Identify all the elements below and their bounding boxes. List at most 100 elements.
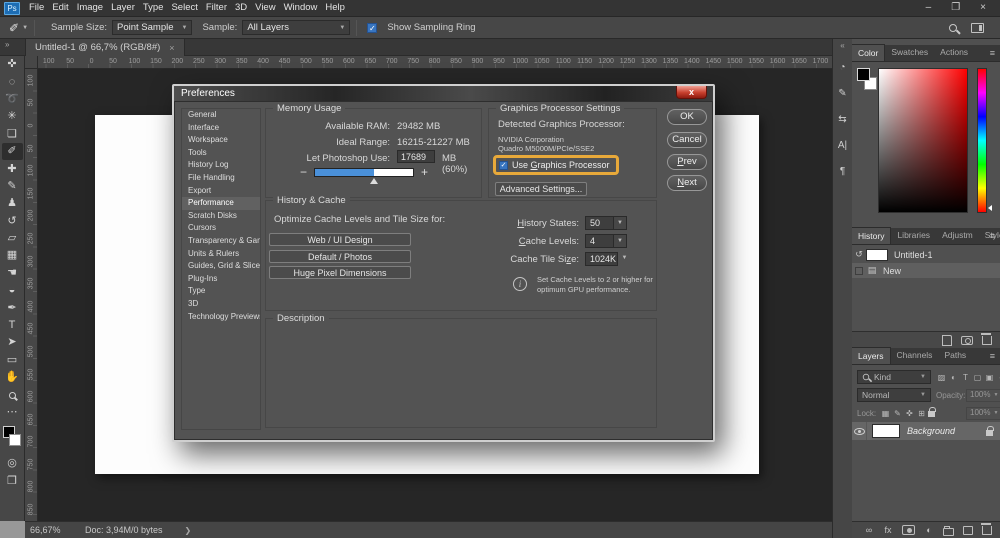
panel-tab[interactable]: Libraries (891, 227, 936, 244)
paragraph-panel-icon[interactable]: ¶ (834, 162, 852, 180)
chevron-down-icon[interactable]: ▼ (614, 234, 627, 248)
panel-tab[interactable]: Adjustm (936, 227, 979, 244)
slider-minus-icon[interactable]: − (300, 166, 307, 178)
character-panel-icon[interactable]: A| (834, 136, 852, 154)
sample-dropdown[interactable]: All Layers ▼ (242, 20, 351, 35)
dodge-tool[interactable]: ◒ (2, 282, 23, 299)
photoshop-logo-icon[interactable]: Ps (4, 1, 20, 15)
eyedropper-tool-icon[interactable]: ✐ (9, 21, 19, 35)
minimize-button[interactable]: – (926, 0, 932, 16)
preferences-category-item[interactable]: Interface (182, 122, 260, 135)
layer-visibility-toggle[interactable] (852, 422, 867, 440)
document-tab[interactable]: Untitled-1 @ 66,7% (RGB/8#) × (25, 39, 185, 56)
panel-tab[interactable]: Color (852, 44, 886, 61)
panel-menu-icon[interactable]: ≡ (990, 45, 1000, 62)
magic-wand-tool[interactable]: ✳ (2, 108, 23, 125)
chevron-down-icon[interactable]: ▼ (618, 252, 631, 266)
menu-item[interactable]: View (251, 0, 279, 16)
ok-button[interactable]: OK (667, 109, 707, 125)
preferences-category-item[interactable]: Performance (182, 197, 260, 210)
preferences-category-item[interactable]: Technology Previews (182, 311, 260, 324)
filter-smart-objects-icon[interactable]: ▣ (984, 371, 995, 383)
lock-artboard-icon[interactable]: ⊞ (916, 407, 927, 419)
history-state-row[interactable]: ▤ New (852, 263, 1000, 278)
memory-slider[interactable] (314, 167, 415, 184)
hand-tool[interactable]: ✋ (2, 369, 23, 386)
preferences-category-item[interactable]: Type (182, 285, 260, 298)
preferences-category-item[interactable]: Plug-Ins (182, 273, 260, 286)
status-options-chevron-icon[interactable]: ❯ (185, 526, 192, 535)
shape-tool[interactable]: ▭ (2, 352, 23, 369)
menu-item[interactable]: Type (139, 0, 168, 16)
smudge-tool[interactable]: ☚ (2, 265, 23, 282)
prev-button[interactable]: Prev (667, 154, 707, 170)
preferences-category-item[interactable]: Scratch Disks (182, 210, 260, 223)
memory-use-input[interactable] (397, 150, 435, 163)
quick-mask-button[interactable]: ◎ (2, 455, 23, 472)
slider-plus-icon[interactable]: + (421, 166, 428, 178)
preferences-category-item[interactable]: History Log (182, 159, 260, 172)
panel-tab[interactable]: History (852, 227, 892, 244)
screen-mode-button[interactable]: ❐ (2, 473, 23, 490)
panel-menu-icon[interactable]: ≡ (990, 348, 1000, 365)
next-button[interactable]: Next (667, 175, 707, 191)
zoom-tool[interactable] (2, 386, 23, 403)
layer-thumbnail[interactable] (872, 424, 900, 438)
hue-slider[interactable] (977, 68, 987, 213)
crop-tool[interactable]: ❏ (2, 126, 23, 143)
chevron-down-icon[interactable]: ▼ (22, 25, 28, 31)
preferences-category-item[interactable]: Tools (182, 147, 260, 160)
layer-filter-kind-dropdown[interactable]: Kind ▼ (857, 370, 931, 384)
history-brush-source-icon[interactable]: ↺ (852, 249, 866, 260)
menu-item[interactable]: Window (280, 0, 322, 16)
filter-toggle-icon[interactable]: ● (996, 371, 1000, 383)
gradient-tool[interactable]: ▦ (2, 247, 23, 264)
show-sampling-ring-checkbox[interactable]: ✓ (367, 22, 378, 33)
workspace-icon[interactable] (971, 22, 984, 33)
menu-item[interactable]: Select (167, 0, 201, 16)
menu-item[interactable]: File (25, 0, 48, 16)
panel-tab[interactable]: Channels (891, 347, 939, 364)
properties-panel-icon[interactable]: ◔ (834, 58, 852, 76)
brush-settings-panel-icon[interactable]: ✎ (834, 84, 852, 102)
expand-panels-icon[interactable]: « (840, 41, 844, 50)
eyedropper-tool[interactable]: ✐ (1, 142, 23, 161)
brush-tool[interactable]: ✎ (2, 178, 23, 195)
clone-stamp-tool[interactable]: ♟ (2, 195, 23, 212)
preferences-category-item[interactable]: General (182, 109, 260, 122)
menu-item[interactable]: Layer (107, 0, 139, 16)
menu-item[interactable]: Filter (202, 0, 231, 16)
preferences-category-item[interactable]: Transparency & Gamut (182, 235, 260, 248)
fill-field[interactable]: 100% ▼ (966, 406, 1000, 420)
lock-all-icon[interactable] (928, 407, 936, 417)
preferences-category-item[interactable]: Workspace (182, 134, 260, 147)
new-group-icon[interactable] (943, 525, 954, 536)
history-snapshot-row[interactable]: ↺ Untitled-1 (852, 247, 1000, 262)
clone-source-panel-icon[interactable]: ⇆ (834, 110, 852, 128)
lock-position-icon[interactable]: ✜ (904, 407, 915, 419)
opacity-field[interactable]: 100% ▼ (966, 388, 1000, 402)
preferences-category-item[interactable]: 3D (182, 298, 260, 311)
advanced-settings-button[interactable]: Advanced Settings... (495, 182, 587, 196)
background-color-swatch[interactable] (8, 434, 21, 447)
menu-item[interactable]: Image (73, 0, 107, 16)
sample-size-dropdown[interactable]: Point Sample ▼ (112, 20, 193, 35)
path-selection-tool[interactable]: ➤ (2, 334, 23, 351)
memory-slider-thumb[interactable] (369, 177, 378, 184)
color-saturation-box[interactable] (878, 68, 968, 213)
close-window-button[interactable]: × (980, 0, 986, 16)
new-snapshot-icon[interactable] (961, 335, 973, 345)
cache-preset-button[interactable]: Huge Pixel Dimensions (269, 266, 411, 279)
cache-tile-size-value[interactable]: 1024K (585, 252, 618, 266)
adjustment-layer-icon[interactable]: ◐ (924, 525, 934, 535)
snapshot-thumbnail[interactable] (866, 248, 888, 261)
delete-state-icon[interactable] (981, 333, 992, 345)
cancel-button[interactable]: Cancel (667, 132, 707, 148)
lock-transparent-pixels-icon[interactable]: ▦ (880, 407, 891, 419)
restore-button[interactable]: ❐ (951, 0, 960, 16)
foreground-background-swatches[interactable] (2, 425, 23, 451)
preferences-category-item[interactable]: File Handling (182, 172, 260, 185)
link-layers-icon[interactable]: ∞ (864, 525, 874, 535)
hue-slider-marker[interactable] (988, 205, 992, 211)
search-icon[interactable] (949, 23, 957, 32)
